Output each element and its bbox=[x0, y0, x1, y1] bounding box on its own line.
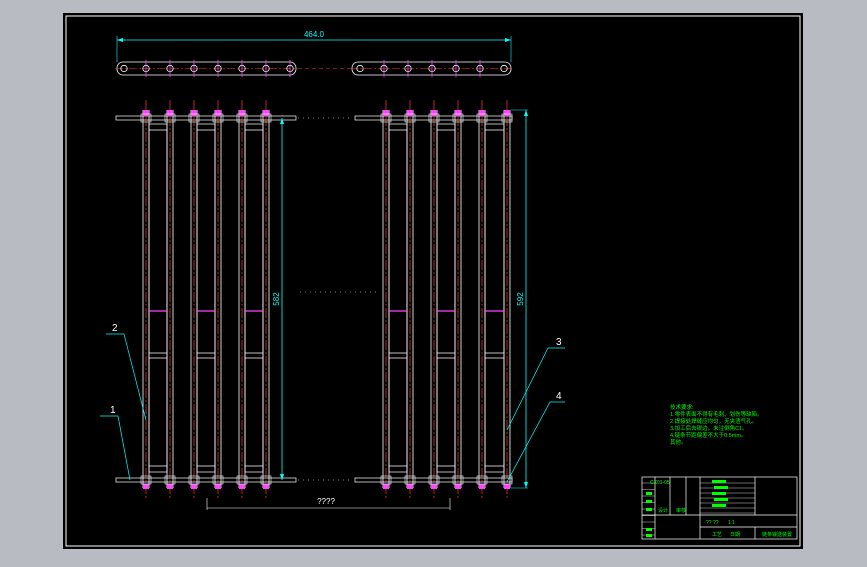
title-block-filled-cell bbox=[712, 504, 726, 507]
tech-notes-line-5: 其他。 bbox=[670, 438, 687, 446]
balloon-2: 2 bbox=[112, 323, 118, 334]
rail-top-cap bbox=[215, 110, 221, 116]
drawing-paper bbox=[63, 13, 803, 549]
title-block-label-a: 设计 bbox=[658, 507, 668, 514]
rail-bottom-cap bbox=[239, 484, 245, 489]
balloon-3: 3 bbox=[556, 337, 562, 348]
cad-viewport: 464.0 582 592 ???? 2 1 3 4 技术要求: 1.零件表面不… bbox=[0, 0, 867, 562]
title-block-filled-cell bbox=[712, 480, 726, 483]
title-block-mid-label: ?? ?? bbox=[706, 520, 719, 526]
rail-bottom-cap bbox=[191, 484, 197, 489]
rail-bottom-cap bbox=[263, 484, 269, 489]
rail-top-cap bbox=[455, 110, 461, 116]
cad-drawing: 464.0 582 592 ???? 2 1 3 4 技术要求: 1.零件表面不… bbox=[63, 13, 803, 549]
rail-top-cap bbox=[167, 110, 173, 116]
tech-notes-line-2: 2.焊接处焊缝应均匀，无夹渣气孔。 bbox=[670, 417, 757, 425]
rail-top-cap bbox=[479, 110, 485, 116]
title-block-filled-cell bbox=[714, 498, 728, 501]
title-block-side-cell bbox=[646, 500, 652, 503]
title-block-side-cell bbox=[646, 534, 652, 537]
title-block-label-d: 日期 bbox=[730, 532, 740, 538]
rail-bottom-cap bbox=[431, 484, 437, 489]
dimension-right-height-text: 592 bbox=[516, 292, 525, 306]
rail-bottom-cap bbox=[167, 484, 173, 489]
rail-bottom-cap bbox=[455, 484, 461, 489]
rail-bottom-cap bbox=[215, 484, 221, 489]
tech-notes-heading: 技术要求: bbox=[670, 403, 694, 411]
rail-top-cap bbox=[239, 110, 245, 116]
dimension-bottom-span-text: ???? bbox=[317, 497, 335, 506]
rail-top-cap bbox=[383, 110, 389, 116]
balloon-4: 4 bbox=[556, 391, 562, 402]
title-block-label-b: 审核 bbox=[676, 507, 686, 514]
rail-top-cap bbox=[431, 110, 437, 116]
dimension-left-height-text: 582 bbox=[272, 292, 281, 306]
title-block-label-c: 工艺 bbox=[712, 532, 722, 538]
rail-bottom-cap bbox=[143, 484, 149, 489]
rail-top-cap bbox=[263, 110, 269, 116]
title-block-code: CX01-05 bbox=[650, 480, 670, 486]
rail-top-cap bbox=[191, 110, 197, 116]
rail-top-cap bbox=[504, 110, 510, 116]
title-block-side-cell bbox=[646, 508, 652, 511]
tech-notes-line-4: 4.链条节距偏差不大于0.5mm。 bbox=[670, 431, 746, 439]
rail-bottom-cap bbox=[479, 484, 485, 489]
rail-bottom-cap bbox=[504, 484, 510, 489]
title-block-filled-cell bbox=[714, 486, 728, 489]
rail-top-cap bbox=[143, 110, 149, 116]
tech-notes-line-3: 3.加工后去锐边，未注倒角C1。 bbox=[670, 424, 748, 432]
balloon-1: 1 bbox=[110, 405, 116, 416]
title-block-filled-cell bbox=[712, 492, 726, 495]
rail-bottom-cap bbox=[407, 484, 413, 489]
title-block-side-cell bbox=[646, 492, 652, 495]
title-block-scale: 1:1 bbox=[728, 520, 735, 526]
tech-notes-line-1: 1.零件表面不得有毛刺、划伤等缺陷。 bbox=[670, 410, 763, 418]
title-block-drawing-name: 链条输送装置 bbox=[762, 531, 792, 538]
dimension-top-width-text: 464.0 bbox=[304, 30, 325, 39]
rail-bottom-cap bbox=[383, 484, 389, 489]
title-block-side-cell bbox=[646, 528, 652, 531]
rail-top-cap bbox=[407, 110, 413, 116]
